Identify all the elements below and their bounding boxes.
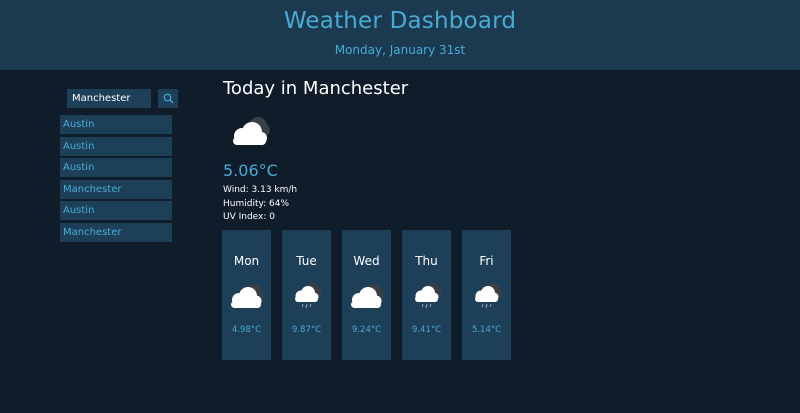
forecast-day: Tue: [296, 254, 317, 268]
history-item[interactable]: Manchester: [60, 179, 172, 199]
forecast-temperature: 9.24°C: [351, 325, 382, 335]
history-item[interactable]: Austin: [60, 158, 172, 178]
history-item[interactable]: Austin: [60, 136, 172, 156]
forecast-temperature: 9.41°C: [411, 325, 442, 335]
forecast-day: Thu: [415, 254, 438, 268]
forecast-card: Fri 5.14°C: [462, 230, 511, 360]
forecast-day: Fri: [479, 254, 494, 268]
search-icon: [163, 93, 173, 104]
forecast-temperature: 9.87°C: [291, 325, 322, 335]
history-item[interactable]: Austin: [60, 201, 172, 221]
rain-icon: [475, 283, 503, 309]
city-search-input[interactable]: [67, 89, 151, 108]
rain-icon: [295, 283, 323, 309]
forecast-card: Mon 4.98°C: [222, 230, 271, 360]
page-title: Weather Dashboard: [283, 8, 517, 34]
today-humidity: Humidity: 64%: [223, 199, 290, 209]
forecast-day: Wed: [353, 254, 380, 268]
today-title: Today in Manchester: [223, 78, 409, 99]
cloudy-icon: [351, 284, 384, 308]
forecast-card: Wed 9.24°C: [342, 230, 391, 360]
today-temperature: 5.06°C: [223, 161, 278, 180]
history-item[interactable]: Austin: [60, 115, 172, 134]
forecast-card: Thu 9.41°C: [402, 230, 451, 360]
search-button[interactable]: [158, 89, 178, 108]
cloudy-icon: [231, 284, 264, 308]
forecast-card: Tue 9.87°C: [282, 230, 331, 360]
rain-icon: [415, 283, 443, 309]
header: Weather Dashboard Monday, January 31st: [0, 0, 800, 70]
today-wind: Wind: 3.13 km/h: [223, 185, 298, 195]
forecast-temperature: 5.14°C: [471, 325, 502, 335]
today-uv-index: UV Index: 0: [223, 212, 276, 222]
cloudy-icon: [233, 117, 270, 145]
history-item[interactable]: Manchester: [60, 222, 172, 242]
search-history: Austin Austin Austin Manchester Austin M…: [60, 115, 172, 245]
forecast-temperature: 4.98°C: [231, 325, 262, 335]
forecast-day: Mon: [233, 254, 260, 268]
current-date: Monday, January 31st: [334, 43, 466, 57]
